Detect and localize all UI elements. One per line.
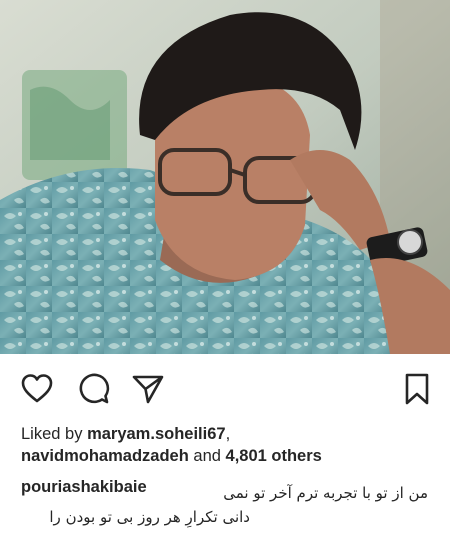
likes-joiner: and (193, 447, 221, 465)
action-bar (0, 354, 450, 420)
post-photo[interactable] (0, 0, 450, 354)
portrait-illustration (0, 0, 450, 354)
caption-line-1: من از تو با تجربه ترم آخر تو نمی (223, 484, 428, 502)
caption-line-2: دانی تکرارِ هر روز بی تو بودن را (49, 508, 250, 526)
comment-icon[interactable] (76, 372, 110, 406)
send-icon[interactable] (131, 372, 165, 406)
likes-separator: , (225, 425, 231, 443)
liker-username-2[interactable]: navidmohamadzadeh (21, 447, 189, 465)
likes-prefix: Liked by (21, 425, 83, 443)
liker-username-1[interactable]: maryam.soheili67 (87, 425, 226, 443)
heart-icon[interactable] (20, 372, 54, 406)
likes-others-link[interactable]: 4,801 others (226, 447, 322, 465)
caption-owner-username[interactable]: pouriashakibaie (21, 478, 147, 496)
likes-summary: Liked by maryam.soheili67, navidmohamadz… (21, 423, 431, 467)
bookmark-icon[interactable] (400, 372, 434, 406)
